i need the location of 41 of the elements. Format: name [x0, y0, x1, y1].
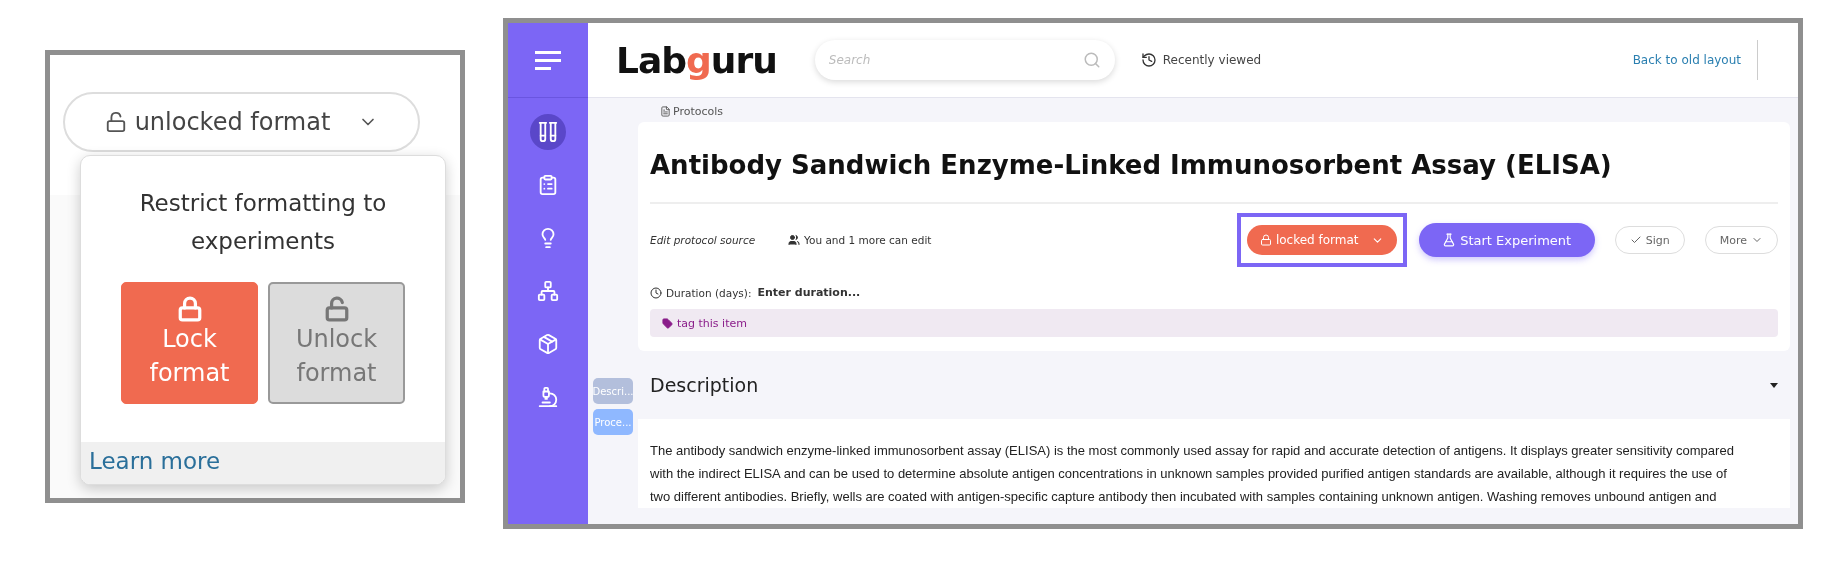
padlock-icon	[176, 296, 203, 322]
logo: Labguru	[616, 39, 777, 81]
unlock-format-button[interactable]: Unlock format	[268, 282, 405, 404]
padlock-icon	[104, 111, 127, 133]
clock-icon	[650, 286, 662, 299]
network-icon	[537, 280, 559, 302]
editors-info: You and 1 more can edit	[788, 234, 932, 246]
padlock-icon	[323, 296, 350, 322]
format-button[interactable]: locked format	[1246, 225, 1397, 255]
flask-icon	[1442, 233, 1457, 247]
section-title: Description	[650, 374, 759, 396]
start-experiment-button[interactable]: Start Experiment	[1418, 223, 1595, 257]
sidebar-item[interactable]	[530, 114, 566, 150]
samples-icon	[537, 121, 559, 143]
menu-icon[interactable]	[535, 50, 561, 70]
popover-title: Restrict formatting to experiments	[138, 189, 388, 256]
check-icon	[1629, 234, 1642, 246]
breadcrumb[interactable]: Protocols	[660, 104, 1790, 118]
history-icon	[1140, 52, 1157, 68]
tag-link[interactable]: tag this item	[662, 316, 747, 330]
users-icon	[788, 234, 800, 246]
sign-button[interactable]: Sign	[1614, 226, 1685, 254]
tag-icon	[662, 317, 673, 329]
document-icon	[660, 105, 671, 117]
box-icon	[537, 333, 559, 355]
search-icon	[1082, 51, 1101, 69]
caret-icon[interactable]	[1770, 382, 1778, 388]
recently-viewed-link[interactable]: Recently viewed	[1140, 52, 1262, 68]
lock-format-button[interactable]: Lock format	[121, 282, 258, 404]
more-button[interactable]: More	[1704, 226, 1778, 254]
search-field[interactable]: Search	[814, 40, 1115, 80]
learn-more-link[interactable]: Learn more	[81, 442, 445, 484]
description-text: The antibody sandwich enzyme-linked immunosorbent assay (ELISA) is the most commonly used assay for rapid and accurate detection of antigens. It displays greater sensitivity compared with the indirect ELISA and can be used to determine absolute antigen concentrations in unknown samples provided purified antigen standards are available, although it requires the use of two different antibodies. Briefly, wells are coated with antigen-specific capture antibody then incubated with samples containing unknown antigen. Washing removes unbound antigen and	[650, 442, 1735, 506]
padlock-icon	[1259, 234, 1272, 246]
protocol-title: Antibody Sandwich Enzyme-Linked Immunosorbent Assay (ELISA)	[650, 150, 1613, 180]
format-dropdown[interactable]: unlocked format	[63, 92, 420, 152]
duration-label: Duration (days):	[650, 286, 752, 299]
microscope-icon	[537, 386, 559, 408]
back-link[interactable]: Back to old layout	[1632, 53, 1741, 67]
edit-source-link[interactable]: Edit protocol source	[650, 234, 768, 246]
tasks-icon	[537, 174, 559, 196]
